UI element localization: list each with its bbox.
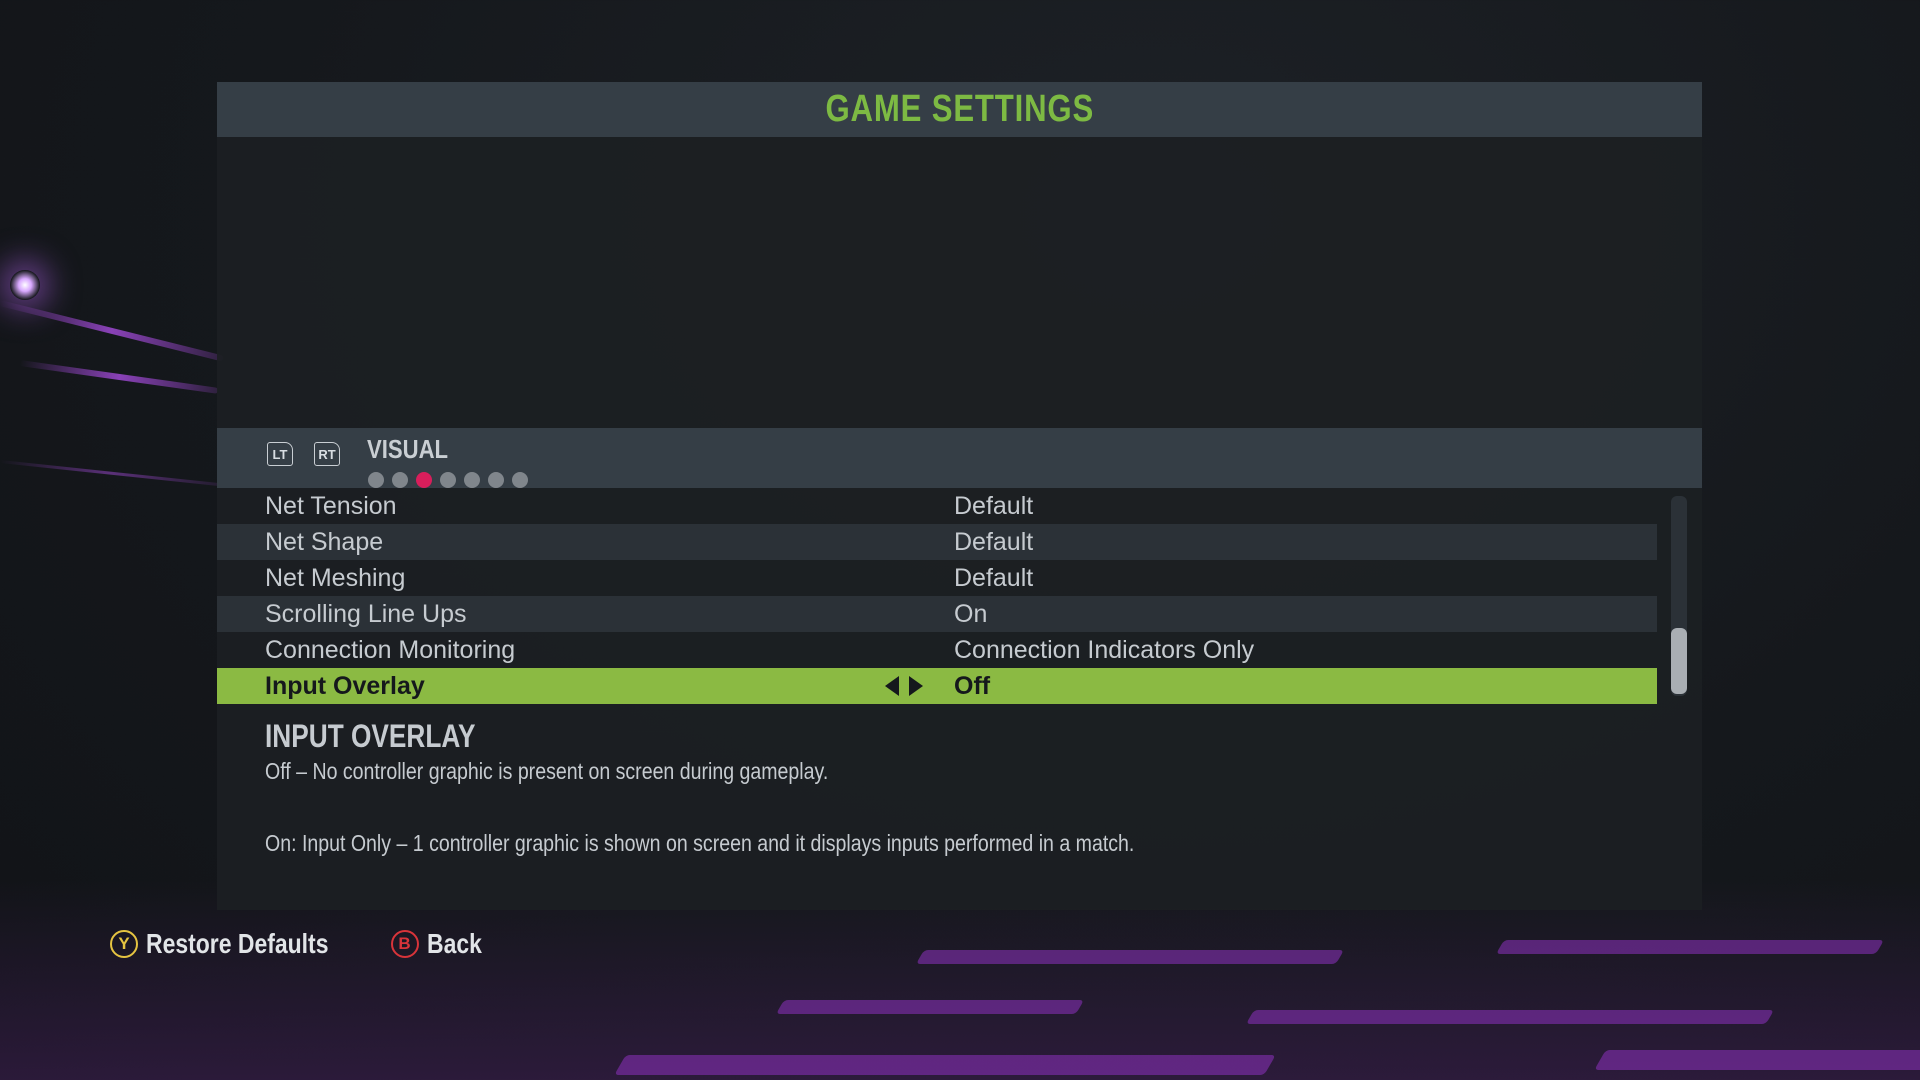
setting-label: Net Tension bbox=[265, 491, 397, 520]
setting-value: Off bbox=[954, 671, 991, 700]
description-title: INPUT OVERLAY bbox=[265, 718, 476, 754]
value-selector-arrows[interactable] bbox=[885, 676, 923, 696]
lt-bumper-button[interactable]: LT bbox=[267, 442, 293, 466]
page-dot bbox=[464, 472, 480, 488]
stadium-light bbox=[10, 270, 40, 300]
arrow-left-icon[interactable] bbox=[885, 676, 899, 696]
restore-defaults-label: Restore Defaults bbox=[146, 928, 329, 959]
page-indicator bbox=[368, 472, 528, 488]
setting-label: Net Meshing bbox=[265, 563, 406, 592]
scrollbar-thumb[interactable] bbox=[1671, 628, 1687, 694]
description-line: On: Input Only – 1 controller graphic is… bbox=[265, 830, 1135, 856]
setting-value: Default bbox=[954, 491, 1034, 520]
setting-label: Scrolling Line Ups bbox=[265, 599, 467, 628]
restore-defaults-button[interactable]: Y Restore Defaults bbox=[110, 928, 369, 960]
scrollbar[interactable] bbox=[1671, 496, 1687, 696]
bg-streak bbox=[0, 460, 219, 486]
bg-streak bbox=[0, 300, 224, 362]
setting-row-net-meshing[interactable]: Net Meshing Default bbox=[217, 560, 1657, 596]
y-button-icon: Y bbox=[110, 930, 138, 958]
page-dot bbox=[392, 472, 408, 488]
back-button[interactable]: B Back bbox=[390, 928, 494, 960]
page-dot bbox=[488, 472, 504, 488]
setting-value: Connection Indicators Only bbox=[954, 635, 1255, 664]
setting-row-net-shape[interactable]: Net Shape Default bbox=[217, 524, 1657, 560]
settings-panel: GAME SETTINGS LT RT VISUAL Net Tension D… bbox=[217, 82, 1702, 910]
page-dot bbox=[368, 472, 384, 488]
page-dot bbox=[440, 472, 456, 488]
page-dot-active bbox=[416, 472, 432, 488]
rt-bumper-button[interactable]: RT bbox=[314, 442, 340, 466]
arrow-right-icon[interactable] bbox=[909, 676, 923, 696]
setting-row-scrolling-line-ups[interactable]: Scrolling Line Ups On bbox=[217, 596, 1657, 632]
footer-actions: Y Restore Defaults B Back bbox=[110, 928, 493, 960]
current-tab-name: VISUAL bbox=[367, 434, 449, 464]
setting-row-input-overlay[interactable]: Input Overlay Off bbox=[217, 668, 1657, 704]
b-button-icon: B bbox=[390, 930, 419, 958]
description-line: Off – No controller graphic is present o… bbox=[265, 758, 829, 784]
tab-bar: LT RT VISUAL bbox=[217, 428, 1702, 488]
setting-row-net-tension[interactable]: Net Tension Default bbox=[217, 488, 1657, 524]
page-dot bbox=[512, 472, 528, 488]
setting-row-connection-monitoring[interactable]: Connection Monitoring Connection Indicat… bbox=[217, 632, 1657, 668]
setting-label: Input Overlay bbox=[265, 671, 425, 700]
bg-streak bbox=[19, 360, 219, 394]
setting-value: On bbox=[954, 599, 988, 628]
setting-value: Default bbox=[954, 563, 1034, 592]
bg-floor bbox=[0, 880, 1920, 1080]
settings-list: Net Tension Default Net Shape Default Ne… bbox=[217, 488, 1657, 704]
setting-label: Net Shape bbox=[265, 527, 384, 556]
setting-value: Default bbox=[954, 527, 1034, 556]
page-title: GAME SETTINGS bbox=[825, 88, 1094, 130]
title-bar: GAME SETTINGS bbox=[217, 82, 1702, 137]
setting-label: Connection Monitoring bbox=[265, 635, 516, 664]
back-label: Back bbox=[426, 928, 482, 959]
